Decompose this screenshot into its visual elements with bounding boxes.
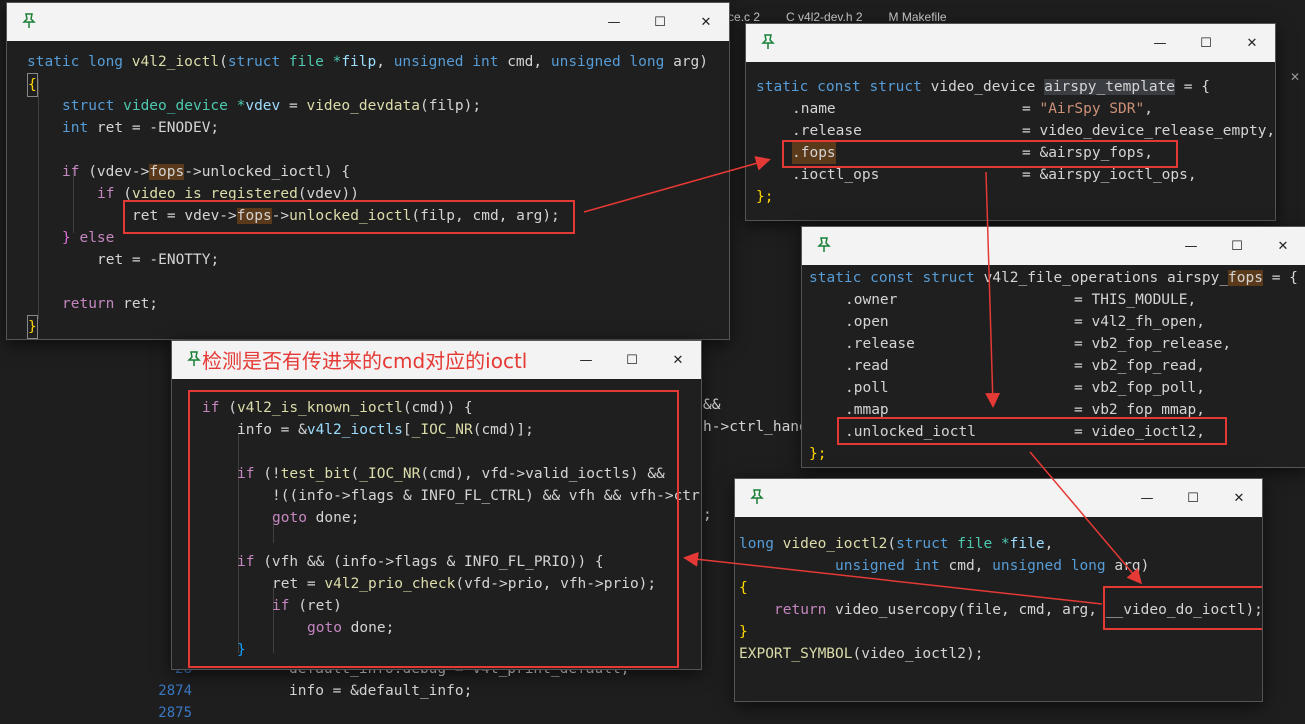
- code-line: EXPORT_SYMBOL(video_ioctl2);: [739, 646, 984, 662]
- code-line: .release: [792, 123, 862, 139]
- code-line: .read: [845, 358, 889, 374]
- maximize-button[interactable]: ☐: [1214, 227, 1260, 265]
- window-title: 检测是否有传进来的cmd对应的ioctl: [202, 349, 528, 373]
- code-line: {: [27, 73, 38, 97]
- close-button[interactable]: ✕: [1229, 24, 1275, 62]
- minimize-button[interactable]: —: [1124, 479, 1170, 517]
- code-line: = vb2_fop_release,: [1074, 336, 1232, 352]
- code-fragment: h->ctrl_hand: [703, 419, 808, 435]
- annotation-box: [188, 390, 679, 668]
- snippet-window-airspy-template[interactable]: — ☐ ✕ static const struct video_device a…: [745, 23, 1276, 221]
- maximize-button[interactable]: ☐: [609, 341, 655, 379]
- code-line: ret = -ENOTTY;: [97, 252, 220, 268]
- code-line: = "AirSpy SDR",: [1022, 101, 1153, 117]
- code-line: = vb2_fop_read,: [1074, 358, 1205, 374]
- title-bar[interactable]: — ☐ ✕: [735, 479, 1262, 517]
- code-fragment: ;: [703, 507, 712, 523]
- code-line: } else: [62, 230, 115, 246]
- close-button[interactable]: ✕: [683, 3, 729, 41]
- maximize-button[interactable]: ☐: [637, 3, 683, 41]
- code-line: static long v4l2_ioctl(struct file *filp…: [27, 54, 709, 70]
- code-line: }: [27, 315, 38, 339]
- minimize-button[interactable]: —: [591, 3, 637, 41]
- code-line: = v4l2_fh_open,: [1074, 314, 1205, 330]
- code-line: long video_ioctl2(struct file *file,: [739, 536, 1054, 552]
- code-line: if (vdev->fops->unlocked_ioctl) {: [62, 164, 351, 180]
- code-line: };: [756, 189, 774, 205]
- code-line: .release: [845, 336, 915, 352]
- annotation-box: [782, 140, 1178, 168]
- annotation-box: [1103, 586, 1262, 630]
- minimize-button[interactable]: —: [563, 341, 609, 379]
- snippet-window-ioctl-check[interactable]: 检测是否有传进来的cmd对应的ioctl — ☐ ✕ if (v4l2_is_k…: [171, 340, 702, 670]
- code-line: static const struct v4l2_file_operations…: [809, 270, 1298, 286]
- close-button[interactable]: ✕: [655, 341, 701, 379]
- annotation-box: [123, 200, 575, 234]
- code-line: .owner: [845, 292, 898, 308]
- code-line: };: [809, 446, 827, 462]
- code-line: .name: [792, 101, 836, 117]
- maximize-button[interactable]: ☐: [1170, 479, 1216, 517]
- code-line: return ret;: [62, 296, 159, 312]
- close-button[interactable]: ✕: [1260, 227, 1305, 265]
- scroll-up-icon[interactable]: ✕: [1290, 70, 1302, 84]
- code-fragment: &&: [703, 397, 721, 413]
- maximize-button[interactable]: ☐: [1183, 24, 1229, 62]
- snippet-window-video-ioctl2[interactable]: — ☐ ✕ long video_ioctl2(struct file *fil…: [734, 478, 1263, 702]
- code-line: unsigned int cmd, unsigned long arg): [835, 558, 1150, 574]
- code-line: struct video_device *vdev = video_devdat…: [62, 98, 482, 114]
- snippet-window-v4l2-ioctl[interactable]: — ☐ ✕ static long v4l2_ioctl(struct file…: [6, 2, 730, 340]
- code-line-2875: info = &default_info;: [289, 683, 473, 699]
- line-number: 2875: [158, 705, 192, 721]
- code-line: }: [739, 624, 748, 640]
- close-button[interactable]: ✕: [1216, 479, 1262, 517]
- annotation-box: [837, 417, 1227, 445]
- pin-icon[interactable]: [186, 351, 202, 367]
- title-bar[interactable]: — ☐ ✕: [7, 3, 729, 41]
- pin-icon[interactable]: [21, 13, 37, 29]
- minimize-button[interactable]: —: [1137, 24, 1183, 62]
- line-number: 2874: [158, 683, 192, 699]
- pin-icon[interactable]: [760, 34, 776, 50]
- snippet-window-airspy-fops[interactable]: — ☐ ✕ static const struct v4l2_file_oper…: [801, 226, 1305, 468]
- code-view: static long v4l2_ioctl(struct file *filp…: [7, 41, 729, 339]
- pin-icon[interactable]: [816, 237, 832, 253]
- code-line: = vb2_fop_poll,: [1074, 380, 1205, 396]
- code-line: .poll: [845, 380, 889, 396]
- code-line: static const struct video_device airspy_…: [756, 79, 1210, 95]
- code-line: .open: [845, 314, 889, 330]
- title-bar[interactable]: 检测是否有传进来的cmd对应的ioctl — ☐ ✕: [172, 341, 701, 379]
- code-line: {: [739, 580, 748, 596]
- title-bar[interactable]: — ☐ ✕: [802, 227, 1305, 265]
- title-bar[interactable]: — ☐ ✕: [746, 24, 1275, 62]
- code-line: = video_device_release_empty,: [1022, 123, 1276, 139]
- code-line: = THIS_MODULE,: [1074, 292, 1197, 308]
- minimize-button[interactable]: —: [1168, 227, 1214, 265]
- code-line: int ret = -ENODEV;: [62, 120, 220, 136]
- tab-label: M Makefile: [888, 10, 947, 24]
- tab-label: C v4l2-dev.h 2: [786, 10, 863, 24]
- pin-icon[interactable]: [749, 489, 765, 505]
